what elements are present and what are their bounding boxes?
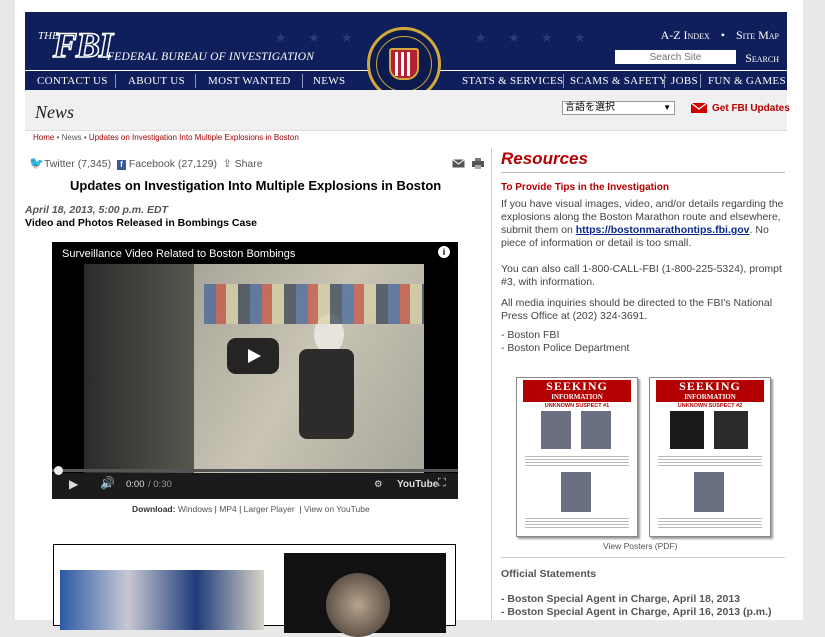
suspect-photo-crowd[interactable] [60, 570, 264, 630]
official-statements-heading: Official Statements [501, 568, 597, 580]
article-date: April 18, 2013, 5:00 p.m. EDT [25, 204, 168, 216]
resources-heading: Resources [501, 149, 588, 168]
nav-divider [700, 74, 701, 88]
play-small-icon[interactable]: ▶ [69, 477, 78, 491]
statements-rule [501, 557, 785, 558]
nav-scams-safety[interactable]: SCAMS & SAFETY [570, 75, 667, 87]
poster-subtitle: UNKNOWN SUSPECT #2 [677, 403, 743, 409]
video-duration: / 0:30 [148, 479, 172, 490]
download-label: Download: [132, 504, 176, 514]
article-subtitle: Video and Photos Released in Bombings Ca… [25, 217, 258, 229]
video-title: Surveillance Video Related to Boston Bom… [62, 248, 296, 260]
tips-site-link[interactable]: https://bostonmarathontips.fbi.gov [576, 224, 750, 236]
nav-jobs[interactable]: JOBS [671, 75, 698, 87]
view-posters-link[interactable]: View Posters (PDF) [603, 541, 677, 551]
video-controls: ▶ 🔊 0:00 / 0:30 ⚙ YouTube ⛶ [52, 466, 458, 499]
facebook-icon: f [116, 160, 126, 170]
play-icon [248, 349, 261, 363]
nav-stats-services[interactable]: STATS & SERVICES [462, 75, 563, 87]
column-divider [491, 148, 492, 620]
video-player[interactable]: Surveillance Video Related to Boston Bom… [52, 242, 458, 499]
poster-title-2: INFORMATION [684, 393, 736, 401]
nav-divider [664, 74, 665, 88]
site-map-link[interactable]: Site Map [736, 28, 779, 42]
email-icon[interactable] [451, 158, 466, 168]
nav-news[interactable]: NEWS [313, 75, 345, 87]
fullscreen-icon[interactable]: ⛶ [438, 477, 446, 490]
contact-boston-fbi[interactable]: - Boston FBI [501, 329, 791, 342]
poster-title-2: INFORMATION [551, 393, 603, 401]
media-paragraph: All media inquiries should be directed t… [501, 297, 773, 322]
poster-title: SEEKING [546, 379, 608, 393]
contact-boston-police[interactable]: - Boston Police Department [501, 342, 791, 355]
resources-rule [501, 172, 785, 173]
suspect-posters: SEEKING INFORMATION UNKNOWN SUSPECT #1 S… [516, 377, 772, 537]
download-mp4[interactable]: MP4 [219, 504, 236, 514]
tips-paragraph: If you have visual images, video, and/or… [501, 198, 784, 249]
statement-link-1[interactable]: - Boston Special Agent in Charge, April … [501, 593, 740, 605]
logo-subtitle: FEDERAL BUREAU OF INVESTIGATION [107, 51, 315, 63]
get-fbi-updates-link[interactable]: Get FBI Updates [712, 103, 790, 114]
nav-about-us[interactable]: ABOUT US [128, 75, 185, 87]
larger-player-link[interactable]: Larger Player [244, 504, 295, 514]
poster-title: SEEKING [679, 379, 741, 393]
nav-most-wanted[interactable]: MOST WANTED [208, 75, 291, 87]
settings-icon[interactable]: ⚙ [374, 479, 383, 490]
page: ★ ★ ★ ★ ★ ★ ★ THE FBI FEDERAL BUREAU OF … [15, 0, 803, 637]
view-on-youtube-link[interactable]: View on YouTube [304, 504, 370, 514]
language-select[interactable]: 言語を選択 ▼ [562, 101, 675, 115]
suspect-photos [53, 544, 456, 637]
facebook-count: (27,129) [177, 158, 217, 170]
twitter-count: (7,345) [77, 158, 112, 170]
breadcrumb-news[interactable]: News [62, 133, 82, 142]
suspect-photo-closeup[interactable] [284, 553, 446, 637]
search-input[interactable] [615, 50, 736, 64]
volume-icon[interactable]: 🔊 [100, 476, 115, 490]
download-links: Download: Windows | MP4 | Larger Player … [132, 504, 370, 514]
poster-subtitle: UNKNOWN SUSPECT #1 [544, 403, 610, 409]
search-button[interactable]: Search [745, 51, 779, 66]
twitter-link[interactable]: Twitter [44, 158, 75, 170]
info-icon[interactable]: i [438, 246, 450, 258]
twitter-icon: 🐦 [29, 156, 44, 170]
nav-divider [115, 74, 116, 88]
nav-contact-us[interactable]: CONTACT US [37, 75, 108, 87]
article-title: Updates on Investigation Into Multiple E… [70, 178, 442, 193]
nav-fun-games[interactable]: FUN & GAMES [708, 75, 786, 87]
top-links: A-Z Index • Site Map [661, 28, 779, 43]
facebook-link[interactable]: Facebook [129, 158, 175, 170]
page-tools [451, 158, 484, 169]
bullet-separator: • [720, 28, 725, 42]
language-select-value: 言語を選択 [565, 102, 615, 113]
envelope-icon [691, 103, 707, 113]
poster-suspect-2[interactable]: SEEKING INFORMATION UNKNOWN SUSPECT #2 [649, 377, 771, 537]
az-index-link[interactable]: A-Z Index [661, 28, 710, 42]
nav-divider [563, 74, 564, 88]
seal-shield-icon [389, 48, 419, 80]
fbi-logo[interactable]: FBI [52, 24, 114, 66]
statement-link-2[interactable]: - Boston Special Agent in Charge, April … [501, 606, 772, 618]
share-icon: ⇪ [222, 158, 232, 170]
dropdown-arrow-icon: ▼ [663, 103, 671, 112]
download-windows[interactable]: Windows [178, 504, 212, 514]
nav-divider [195, 74, 196, 88]
poster-suspect-1[interactable]: SEEKING INFORMATION UNKNOWN SUSPECT #1 [516, 377, 638, 537]
video-current-time: 0:00 [126, 479, 145, 490]
phone-paragraph: You can also call 1-800-CALL-FBI (1-800-… [501, 263, 782, 288]
video-progress-bar[interactable] [52, 466, 458, 475]
breadcrumb: Home • News • Updates on Investigation I… [33, 133, 299, 142]
tips-heading: To Provide Tips in the Investigation [501, 182, 669, 193]
breadcrumb-current[interactable]: Updates on Investigation Into Multiple E… [89, 133, 299, 142]
nav-divider [302, 74, 303, 88]
breadcrumb-home[interactable]: Home [33, 133, 54, 142]
youtube-logo[interactable]: YouTube [397, 479, 438, 490]
section-title: News [35, 102, 75, 122]
print-icon[interactable] [471, 158, 484, 169]
play-button[interactable] [227, 338, 279, 374]
share-link[interactable]: Share [235, 158, 263, 170]
share-bar: 🐦Twitter (7,345) f Facebook (27,129) ⇪ S… [29, 156, 263, 170]
